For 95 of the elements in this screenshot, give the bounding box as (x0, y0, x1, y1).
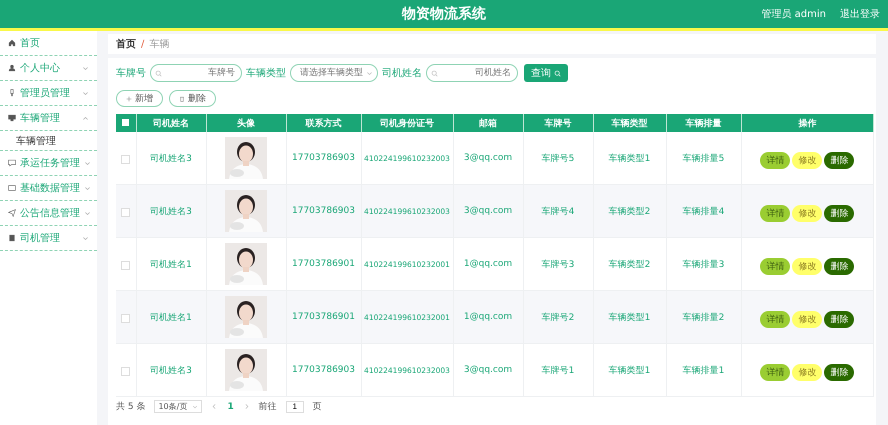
row-checkbox[interactable] (121, 314, 130, 323)
table-cell: 车辆排量4 (666, 184, 741, 238)
column-header: 操作 (741, 114, 874, 132)
table-cell: 车辆类型1 (593, 344, 666, 396)
trash-icon (179, 96, 185, 102)
filter-label: 司机姓名 (382, 66, 422, 80)
delete-button[interactable]: 删除 (824, 204, 854, 222)
detail-button[interactable]: 详情 (760, 204, 790, 222)
table-cell: 司机姓名1 (136, 290, 206, 344)
edit-button[interactable]: 修改 (792, 310, 822, 328)
sidebar-item[interactable]: 个人中心 (0, 56, 97, 81)
select-all-checkbox[interactable] (122, 119, 130, 126)
prev-page-icon[interactable] (211, 403, 218, 410)
search-button[interactable]: 查询 (524, 64, 568, 82)
table-cell: 司机姓名3 (136, 344, 206, 396)
table-cell: 3@qq.com (453, 184, 523, 238)
page-suffix: 页 (312, 401, 322, 413)
page-number[interactable]: 1 (227, 402, 234, 412)
column-header: 头像 (206, 114, 286, 132)
filter-label: 车牌号 (116, 66, 146, 80)
sidebar-item[interactable]: 基础数据管理 (0, 176, 97, 201)
menu-icon (8, 159, 16, 167)
search-icon (155, 70, 162, 76)
breadcrumb-item[interactable]: 首页 (116, 37, 136, 51)
next-page-icon[interactable] (242, 403, 250, 410)
table-cell: 3@qq.com (453, 344, 523, 396)
sidebar-item[interactable]: 承运任务管理 (0, 151, 97, 176)
chevron-icon (192, 404, 198, 410)
detail-button[interactable]: 详情 (760, 152, 790, 168)
logout-link[interactable]: 退出登录 (840, 7, 880, 21)
search-icon (554, 70, 561, 76)
row-checkbox[interactable] (121, 366, 130, 376)
menu-icon (8, 89, 16, 97)
sidebar-item[interactable]: 公告信息管理 (0, 201, 97, 226)
goto-label: 前往 (258, 400, 277, 413)
page-input[interactable]: 1 (286, 400, 304, 412)
page-size-select[interactable]: 10条/页 (154, 400, 202, 413)
row-checkbox[interactable] (121, 208, 130, 217)
menu-icon (8, 64, 16, 72)
menu-icon (8, 114, 16, 122)
submenu-item[interactable]: 车辆管理 (0, 131, 97, 151)
select-field[interactable]: 请选择车辆类型 (290, 64, 378, 82)
delete-button[interactable]: 删除 (824, 310, 854, 328)
table-cell: 17703786901 (286, 290, 361, 344)
sidebar-item[interactable]: 首页 (0, 31, 97, 56)
edit-button[interactable]: 修改 (792, 152, 822, 168)
column-header: 司机身份证号 (361, 114, 453, 132)
row-checkbox[interactable] (121, 154, 130, 164)
table-cell: 1@qq.com (453, 290, 523, 344)
user-label: 管理员 admin (761, 8, 826, 21)
edit-button[interactable]: 修改 (792, 258, 822, 274)
table-cell: 17703786903 (286, 344, 361, 396)
column-header: 司机姓名 (136, 114, 206, 132)
search-icon (431, 70, 438, 76)
menu-icon (8, 39, 16, 47)
detail-button[interactable]: 详情 (760, 364, 790, 380)
column-header: 联系方式 (286, 114, 361, 132)
delete-button[interactable]: 删除 (824, 364, 854, 380)
table-cell: 车牌号2 (523, 290, 593, 344)
breadcrumb-separator: / (141, 38, 144, 50)
row-checkbox[interactable] (121, 260, 130, 270)
detail-button[interactable]: 详情 (760, 258, 790, 274)
column-header: 车牌号 (523, 114, 593, 132)
delete-button[interactable]: 删除 (824, 152, 854, 168)
app-title: 物资物流系统 (402, 5, 486, 23)
column-header: 邮箱 (453, 114, 523, 132)
table-cell: 车牌号1 (523, 344, 593, 396)
sidebar-item[interactable]: 车辆管理 (0, 106, 97, 131)
menu-icon (8, 184, 16, 192)
breadcrumb-item[interactable]: 车辆 (149, 37, 170, 51)
table-cell: 车辆排量2 (666, 290, 741, 344)
column-header: 车辆排量 (666, 114, 741, 132)
plus-icon (126, 96, 132, 102)
column-header: 车辆类型 (593, 114, 666, 132)
input-field[interactable]: 车牌号 (150, 64, 242, 82)
table-cell: 车辆类型1 (593, 290, 666, 344)
delete-button[interactable]: 删除 (169, 90, 216, 107)
table-cell: 17703786903 (286, 184, 361, 238)
menu-icon (8, 234, 16, 242)
filter-label: 车辆类型 (246, 66, 286, 80)
sidebar-item[interactable]: 管理员管理 (0, 81, 97, 106)
chevron-icon (366, 70, 373, 76)
sidebar-item[interactable]: 司机管理 (0, 226, 97, 251)
edit-button[interactable]: 修改 (792, 364, 822, 380)
table-cell: 车辆排量1 (666, 344, 741, 396)
table-cell: 车辆类型2 (593, 184, 666, 238)
edit-button[interactable]: 修改 (792, 204, 822, 222)
detail-button[interactable]: 详情 (760, 310, 790, 328)
table-cell: 司机姓名3 (136, 184, 206, 238)
input-field[interactable]: 司机姓名 (426, 64, 518, 82)
total-count: 共 5 条 (116, 400, 146, 413)
table-cell: 车牌号4 (523, 184, 593, 238)
delete-button[interactable]: 删除 (824, 258, 854, 274)
menu-icon (8, 209, 16, 217)
add-button[interactable]: 新增 (116, 90, 163, 107)
